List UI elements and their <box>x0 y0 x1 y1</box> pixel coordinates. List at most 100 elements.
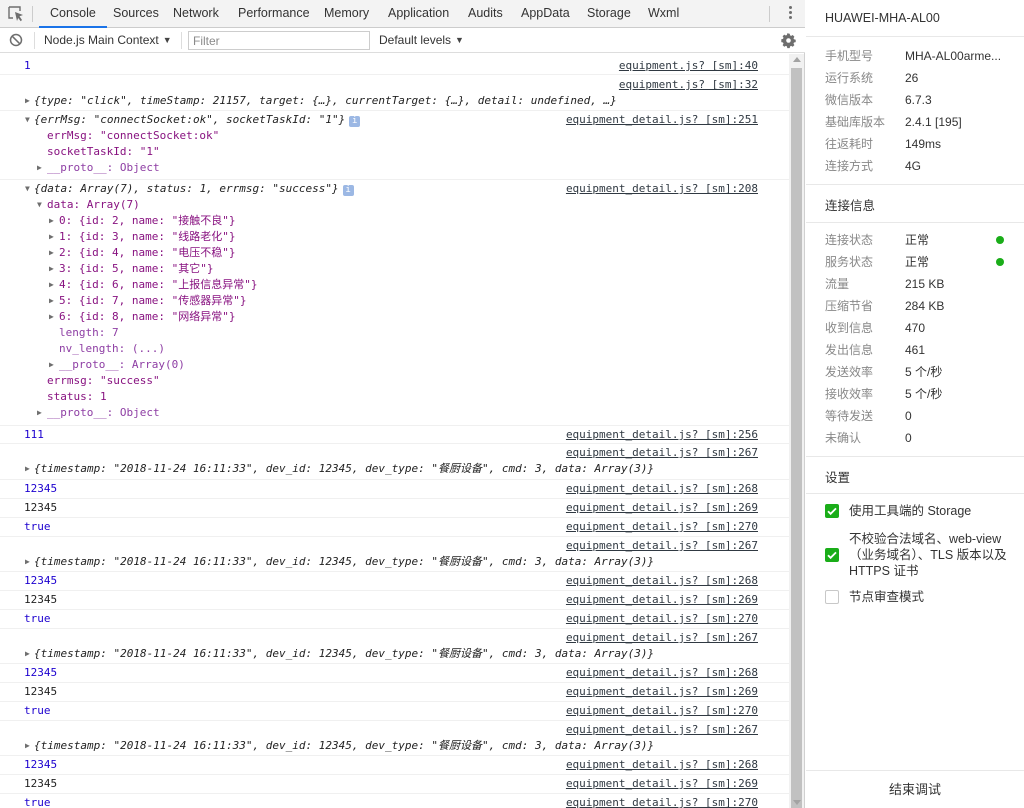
source-link[interactable]: equipment_detail.js? [sm]:270 <box>566 796 758 808</box>
use-tool-storage-label[interactable]: 使用工具端的 Storage <box>849 503 1009 519</box>
expand-arrow-icon[interactable]: ▶ <box>37 161 42 175</box>
expand-arrow-icon[interactable]: ▶ <box>25 94 30 108</box>
tab-sources[interactable]: Sources <box>113 0 159 28</box>
source-link[interactable]: equipment_detail.js? [sm]:251 <box>566 113 758 127</box>
tab-memory[interactable]: Memory <box>324 0 369 28</box>
source-link[interactable]: equipment.js? [sm]:32 <box>619 78 758 92</box>
tab-appdata[interactable]: AppData <box>521 0 570 28</box>
node-inspect-mode-label[interactable]: 节点审查模式 <box>849 589 1009 605</box>
array-item[interactable]: 1: {id: 3, name: "线路老化"} <box>59 230 235 244</box>
skip-domain-check-checkbox[interactable] <box>825 548 839 562</box>
log-levels-selector[interactable]: Default levels ▼ <box>379 28 464 53</box>
log-object[interactable]: {timestamp: "2018-11-24 16:11:33", dev_i… <box>34 555 654 569</box>
tab-wxml[interactable]: Wxml <box>648 0 679 28</box>
expand-arrow-icon[interactable]: ▶ <box>49 358 54 372</box>
scroll-up-arrow-icon[interactable] <box>793 57 801 62</box>
array-item[interactable]: 4: {id: 6, name: "上报信息异常"} <box>59 278 257 292</box>
array-item[interactable]: 5: {id: 7, name: "传感器异常"} <box>59 294 246 308</box>
source-link[interactable]: equipment.js? [sm]:40 <box>619 59 758 73</box>
log-object[interactable]: {data: Array(7), status: 1, errmsg: "suc… <box>34 182 354 196</box>
scroll-down-arrow-icon[interactable] <box>793 800 801 805</box>
source-link[interactable]: equipment_detail.js? [sm]:208 <box>566 182 758 196</box>
prop-label: 微信版本 <box>825 93 874 107</box>
array-property: length: 7 <box>59 326 119 339</box>
object-property[interactable]: __proto__: Object <box>47 161 160 175</box>
log-object[interactable]: {timestamp: "2018-11-24 16:11:33", dev_i… <box>34 462 654 476</box>
array-item[interactable]: 3: {id: 5, name: "其它"} <box>59 262 213 276</box>
console-output: 1 equipment.js? [sm]:40 equipment.js? [s… <box>0 54 789 808</box>
prop-label: 往返耗时 <box>825 137 874 151</box>
source-link[interactable]: equipment_detail.js? [sm]:269 <box>566 501 758 515</box>
source-link[interactable]: equipment_detail.js? [sm]:269 <box>566 777 758 791</box>
object-property[interactable]: data: Array(7) <box>47 198 140 212</box>
expand-arrow-icon[interactable]: ▶ <box>37 406 42 420</box>
skip-domain-check-label[interactable]: 不校验合法域名、web-view（业务域名）、TLS 版本以及 HTTPS 证书 <box>849 531 1009 579</box>
object-property[interactable]: __proto__: Object <box>47 406 160 420</box>
prop-value: 470 <box>905 321 926 335</box>
devtools-panel: Console Sources Network Performance Memo… <box>0 0 805 808</box>
expand-arrow-icon[interactable]: ▶ <box>49 246 54 260</box>
source-link[interactable]: equipment_detail.js? [sm]:269 <box>566 685 758 699</box>
source-link[interactable]: equipment_detail.js? [sm]:267 <box>566 723 758 737</box>
source-link[interactable]: equipment_detail.js? [sm]:256 <box>566 428 758 442</box>
source-link[interactable]: equipment_detail.js? [sm]:270 <box>566 612 758 626</box>
source-link[interactable]: equipment_detail.js? [sm]:270 <box>566 520 758 534</box>
source-link[interactable]: equipment_detail.js? [sm]:267 <box>566 631 758 645</box>
console-scrollbar[interactable] <box>789 54 804 808</box>
source-link[interactable]: equipment_detail.js? [sm]:268 <box>566 482 758 496</box>
log-object[interactable]: {errMsg: "connectSocket:ok", socketTaskI… <box>34 113 361 127</box>
tab-divider <box>769 6 770 22</box>
expand-arrow-icon[interactable]: ▶ <box>49 310 54 324</box>
expand-arrow-icon[interactable]: ▶ <box>49 230 54 244</box>
source-link[interactable]: equipment_detail.js? [sm]:267 <box>566 539 758 553</box>
log-object[interactable]: {timestamp: "2018-11-24 16:11:33", dev_i… <box>34 739 654 753</box>
array-property[interactable]: __proto__: Array(0) <box>59 358 185 372</box>
expand-arrow-icon[interactable]: ▶ <box>49 262 54 276</box>
source-link[interactable]: equipment_detail.js? [sm]:269 <box>566 593 758 607</box>
gear-icon[interactable] <box>780 32 797 49</box>
prop-label: 运行系统 <box>825 71 874 85</box>
scrollbar-thumb[interactable] <box>791 68 802 808</box>
expand-arrow-icon[interactable]: ▶ <box>25 739 30 753</box>
clear-console-icon[interactable] <box>9 33 23 47</box>
filter-input[interactable] <box>188 31 370 50</box>
tab-application[interactable]: Application <box>388 0 449 28</box>
array-item[interactable]: 6: {id: 8, name: "网络异常"} <box>59 310 235 324</box>
source-link[interactable]: equipment_detail.js? [sm]:268 <box>566 666 758 680</box>
inspect-element-icon[interactable] <box>6 4 26 24</box>
settings-section-title: 设置 <box>825 471 851 485</box>
tab-console[interactable]: Console <box>39 0 107 28</box>
expand-arrow-icon[interactable]: ▶ <box>49 294 54 308</box>
more-options-icon[interactable] <box>782 4 798 24</box>
source-link[interactable]: equipment_detail.js? [sm]:267 <box>566 446 758 460</box>
collapse-arrow-icon[interactable]: ▼ <box>25 113 30 127</box>
expand-arrow-icon[interactable]: ▶ <box>49 214 54 228</box>
log-value: 12345 <box>24 758 58 771</box>
array-item[interactable]: 0: {id: 2, name: "接触不良"} <box>59 214 235 228</box>
source-link[interactable]: equipment_detail.js? [sm]:268 <box>566 758 758 772</box>
context-selector[interactable]: Node.js Main Context ▼ <box>44 28 172 53</box>
object-property: errmsg: "success" <box>47 374 160 387</box>
tab-network[interactable]: Network <box>173 0 219 28</box>
section-divider <box>806 222 1024 223</box>
tab-storage[interactable]: Storage <box>587 0 631 28</box>
log-object[interactable]: {type: "click", timeStamp: 21157, target… <box>34 94 617 108</box>
log-value: true <box>24 704 51 717</box>
node-inspect-mode-checkbox[interactable] <box>825 590 839 604</box>
array-property[interactable]: nv_length: (...) <box>59 342 165 356</box>
array-item[interactable]: 2: {id: 4, name: "电压不稳"} <box>59 246 235 260</box>
source-link[interactable]: equipment_detail.js? [sm]:268 <box>566 574 758 588</box>
log-object[interactable]: {timestamp: "2018-11-24 16:11:33", dev_i… <box>34 647 654 661</box>
source-link[interactable]: equipment_detail.js? [sm]:270 <box>566 704 758 718</box>
collapse-arrow-icon[interactable]: ▼ <box>37 198 42 212</box>
use-tool-storage-checkbox[interactable] <box>825 504 839 518</box>
tab-performance[interactable]: Performance <box>238 0 310 28</box>
tab-audits[interactable]: Audits <box>468 0 503 28</box>
expand-arrow-icon[interactable]: ▶ <box>25 647 30 661</box>
expand-arrow-icon[interactable]: ▶ <box>25 555 30 569</box>
end-debug-button[interactable]: 结束调试 <box>806 770 1024 808</box>
console-message: ▼ {errMsg: "connectSocket:ok", socketTas… <box>0 111 789 180</box>
expand-arrow-icon[interactable]: ▶ <box>49 278 54 292</box>
collapse-arrow-icon[interactable]: ▼ <box>25 182 30 196</box>
expand-arrow-icon[interactable]: ▶ <box>25 462 30 476</box>
